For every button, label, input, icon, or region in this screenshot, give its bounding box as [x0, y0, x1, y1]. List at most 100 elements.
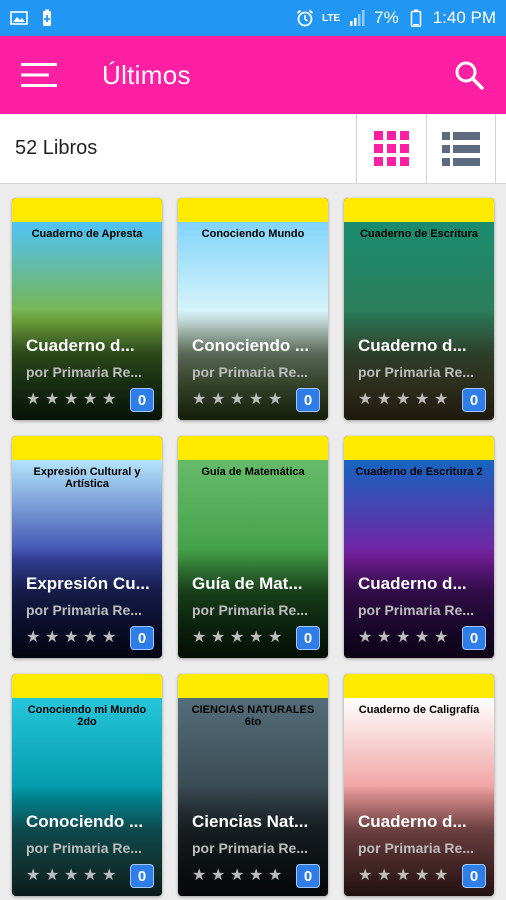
download-count-badge: 0 — [130, 388, 154, 412]
star-icon: ★ — [230, 867, 245, 884]
rating-stars: ★ ★ ★ ★ ★ — [192, 392, 284, 408]
menu-button[interactable] — [0, 36, 78, 114]
rating-stars: ★ ★ ★ ★ ★ — [358, 630, 450, 646]
view-toggle — [356, 113, 506, 184]
cover-text: CIENCIAS NATURALES 6to — [191, 704, 315, 728]
star-icon: ★ — [102, 391, 117, 408]
star-icon: ★ — [249, 867, 264, 884]
star-icon: ★ — [26, 391, 41, 408]
star-icon: ★ — [64, 391, 79, 408]
star-icon: ★ — [83, 391, 98, 408]
book-count: 52 Libros — [15, 137, 98, 159]
star-icon: ★ — [26, 629, 41, 646]
download-count-badge: 0 — [462, 626, 486, 650]
book-card[interactable]: Guía de Matemática Guía de Mat... por Prim… — [178, 436, 328, 658]
results-toolbar: 52 Libros — [0, 113, 506, 184]
star-icon: ★ — [396, 867, 411, 884]
signal-icon — [348, 9, 366, 27]
star-icon: ★ — [377, 629, 392, 646]
rating-stars: ★ ★ ★ ★ ★ — [358, 868, 450, 884]
book-card[interactable]: Cuaderno de Escritura 2 Cuaderno d... por … — [344, 436, 494, 658]
book-title: Cuaderno d... — [26, 336, 135, 355]
star-icon: ★ — [64, 629, 79, 646]
star-icon: ★ — [268, 391, 283, 408]
book-author: por Primaria Re... — [26, 602, 142, 618]
star-icon: ★ — [358, 867, 373, 884]
book-author: por Primaria Re... — [192, 602, 308, 618]
star-icon: ★ — [415, 867, 430, 884]
cover-text: Expresión Cultural y Artística — [33, 466, 141, 490]
book-card[interactable]: Cuaderno de Caligrafía Cuaderno d... por P… — [344, 674, 494, 896]
book-card[interactable]: CIENCIAS NATURALES 6to Ciencias Nat... por… — [178, 674, 328, 896]
star-icon: ★ — [415, 629, 430, 646]
alarm-icon — [296, 9, 314, 27]
cover-text: Cuaderno de Escritura — [360, 228, 478, 240]
download-count-badge: 0 — [462, 388, 486, 412]
star-icon: ★ — [211, 629, 226, 646]
book-author: por Primaria Re... — [358, 840, 474, 856]
rating-stars: ★ ★ ★ ★ ★ — [26, 630, 118, 646]
rating-stars: ★ ★ ★ ★ ★ — [192, 630, 284, 646]
book-title: Ciencias Nat... — [192, 812, 309, 831]
star-icon: ★ — [396, 391, 411, 408]
star-icon: ★ — [192, 391, 207, 408]
download-count-badge: 0 — [296, 864, 320, 888]
star-icon: ★ — [230, 629, 245, 646]
page-title: Últimos — [102, 59, 191, 90]
image-icon — [10, 9, 28, 27]
status-bar: LTE 7% 1:40 PM — [0, 0, 506, 36]
star-icon: ★ — [102, 629, 117, 646]
book-title: Conociendo ... — [192, 336, 310, 355]
book-card[interactable]: Expresión Cultural y Artística Expresión … — [12, 436, 162, 658]
cover-text: Cuaderno de Apresta — [31, 228, 143, 240]
grid-view-icon — [373, 130, 409, 166]
book-author: por Primaria Re... — [358, 602, 474, 618]
book-card[interactable]: Conociendo mi Mundo 2do Conociendo ... por… — [12, 674, 162, 896]
book-grid: Cuaderno de Apresta Cuaderno d... por Prim… — [12, 198, 496, 896]
star-icon: ★ — [358, 629, 373, 646]
list-view-icon — [442, 131, 480, 166]
list-view-button[interactable] — [426, 113, 496, 184]
clock: 1:40 PM — [432, 8, 496, 27]
book-card[interactable]: Conociendo Mundo Conociendo ... por Primar… — [178, 198, 328, 420]
star-icon: ★ — [83, 867, 98, 884]
card-top-strip — [178, 436, 328, 460]
book-title: Cuaderno d... — [358, 812, 467, 831]
book-author: por Primaria Re... — [192, 364, 308, 380]
grid-view-button[interactable] — [356, 113, 426, 184]
star-icon: ★ — [45, 629, 60, 646]
book-card[interactable]: Cuaderno de Escritura Cuaderno d... por Pr… — [344, 198, 494, 420]
book-author: por Primaria Re... — [192, 840, 308, 856]
cover-text: Conociendo mi Mundo 2do — [27, 704, 147, 728]
star-icon: ★ — [83, 629, 98, 646]
star-icon: ★ — [26, 867, 41, 884]
rating-stars: ★ ★ ★ ★ ★ — [26, 392, 118, 408]
battery-percent: 7% — [374, 8, 399, 27]
star-icon: ★ — [45, 391, 60, 408]
card-top-strip — [178, 674, 328, 698]
card-top-strip — [344, 436, 494, 460]
star-icon: ★ — [249, 391, 264, 408]
download-count-badge: 0 — [462, 864, 486, 888]
star-icon: ★ — [192, 629, 207, 646]
rating-stars: ★ ★ ★ ★ ★ — [358, 392, 450, 408]
star-icon: ★ — [268, 629, 283, 646]
star-icon: ★ — [396, 629, 411, 646]
app-bar: Últimos — [0, 36, 506, 114]
hamburger-menu-icon — [21, 63, 57, 87]
book-title: Expresión Cu... — [26, 574, 150, 593]
search-button[interactable] — [432, 36, 506, 114]
battery-saver-icon — [38, 9, 56, 27]
book-title: Conociendo ... — [26, 812, 144, 831]
card-top-strip — [12, 436, 162, 460]
book-author: por Primaria Re... — [26, 840, 142, 856]
star-icon: ★ — [102, 867, 117, 884]
battery-icon — [407, 9, 425, 27]
cover-text: Cuaderno de Escritura 2 — [355, 466, 483, 478]
star-icon: ★ — [192, 867, 207, 884]
card-top-strip — [12, 198, 162, 222]
book-author: por Primaria Re... — [358, 364, 474, 380]
book-title: Cuaderno d... — [358, 574, 467, 593]
star-icon: ★ — [211, 867, 226, 884]
book-card[interactable]: Cuaderno de Apresta Cuaderno d... por Prim… — [12, 198, 162, 420]
